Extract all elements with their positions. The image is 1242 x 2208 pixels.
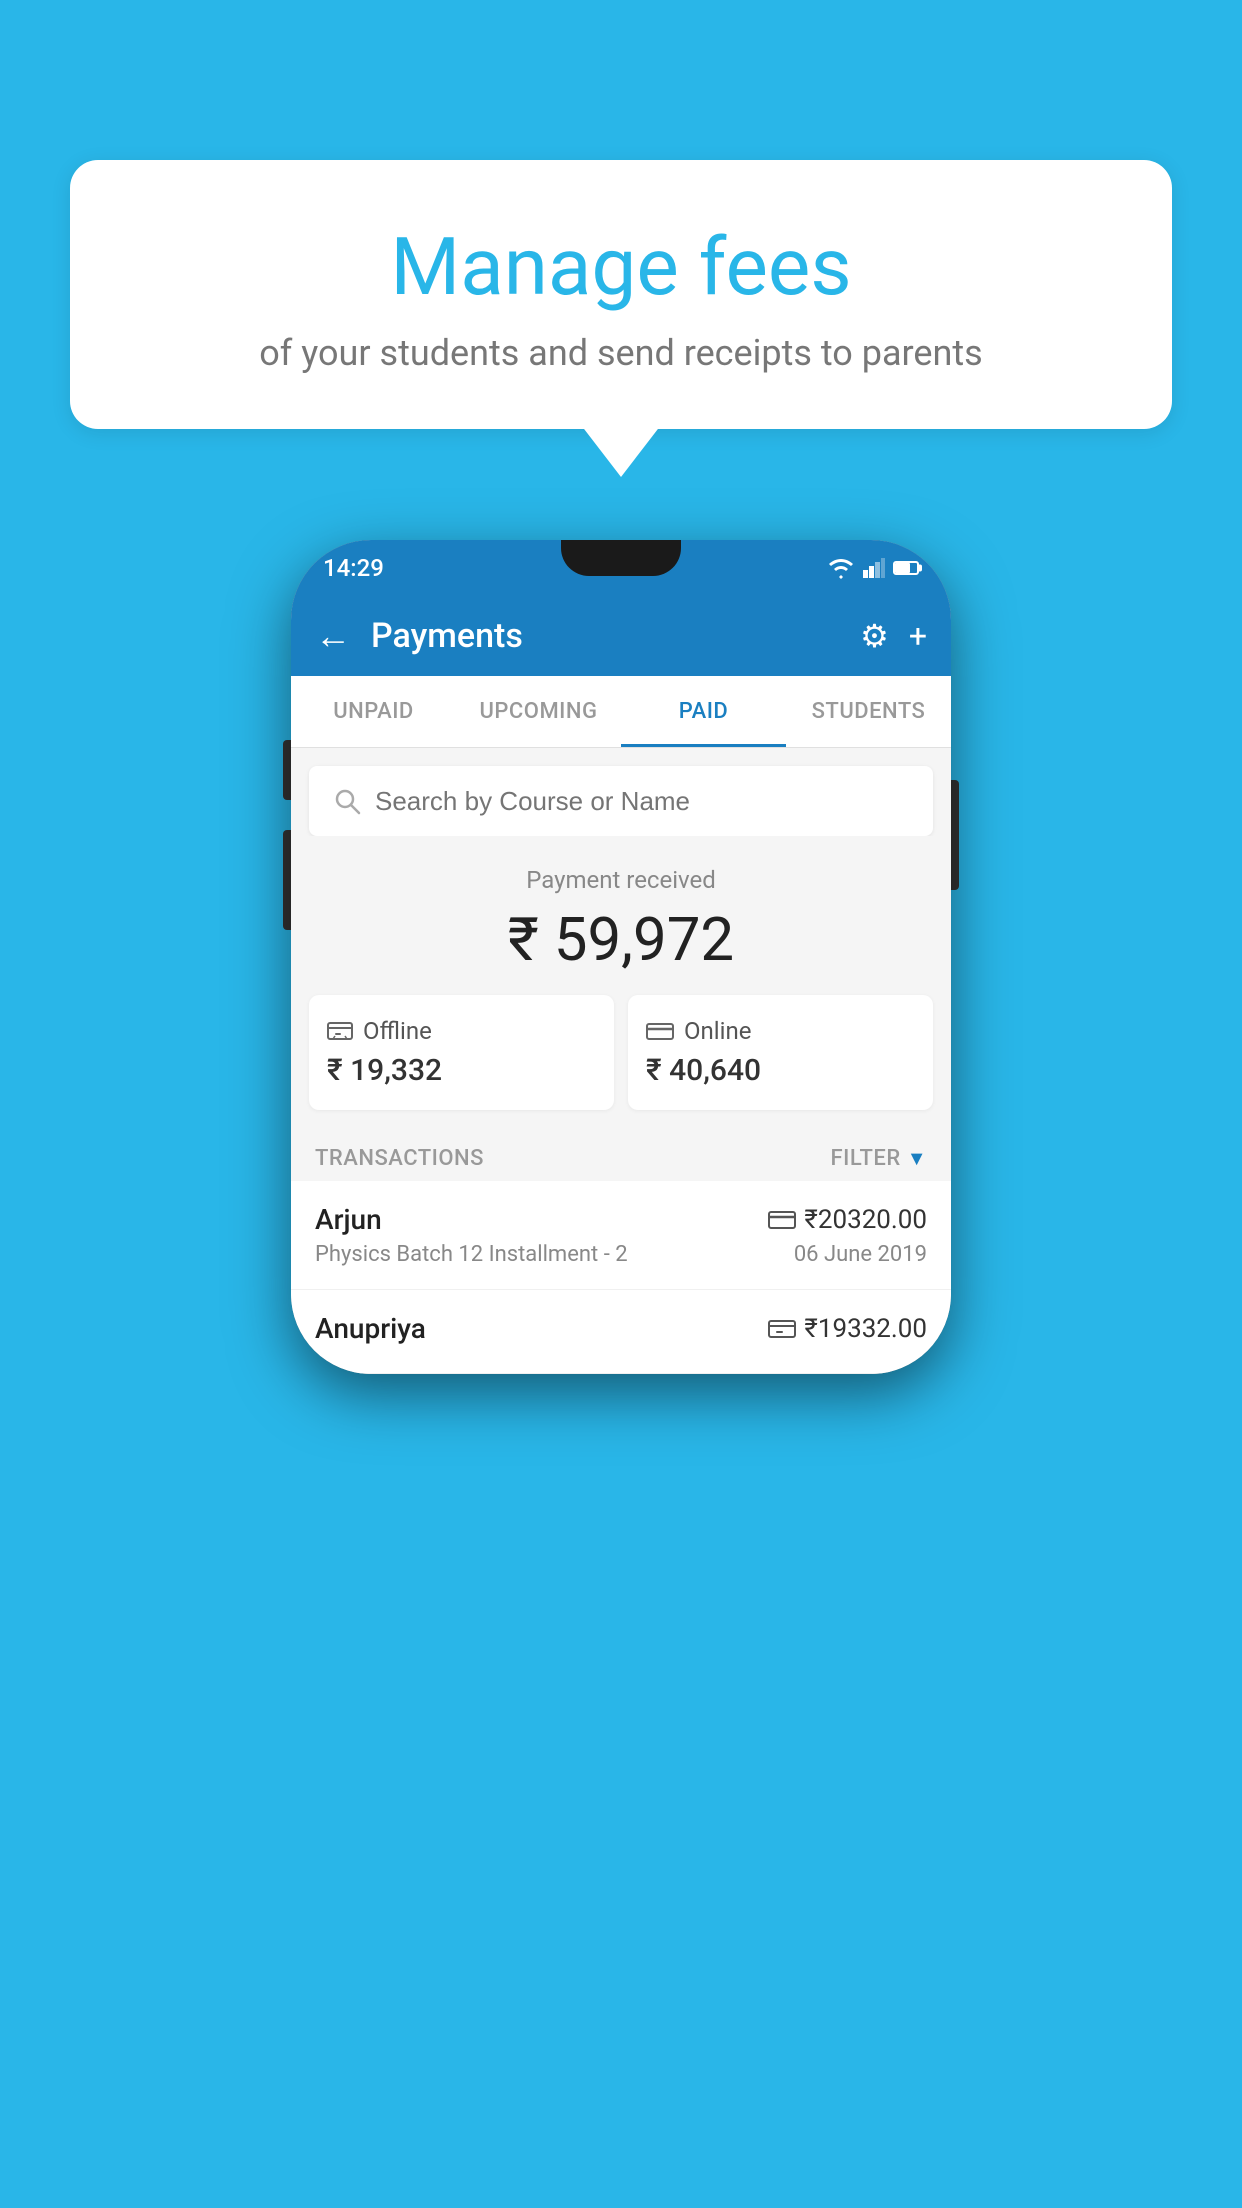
offline-payment-icon [768, 1318, 796, 1340]
offline-card: Offline ₹ 19,332 [309, 995, 614, 1110]
transaction-row[interactable]: Arjun ₹20320.00 Physics Batch 12 Install… [291, 1181, 951, 1290]
received-label: Payment received [309, 866, 933, 894]
amount-row: ₹20320.00 [768, 1205, 927, 1235]
manage-fees-subtitle: of your students and send receipts to pa… [130, 332, 1112, 374]
transaction-row-top: Arjun ₹20320.00 [315, 1203, 927, 1236]
phone-mockup: 14:29 [291, 540, 951, 1374]
online-label: Online [684, 1017, 751, 1045]
filter-label: FILTER [830, 1146, 900, 1171]
search-container [291, 748, 951, 836]
course-info: Physics Batch 12 Installment - 2 [315, 1242, 628, 1267]
status-time: 14:29 [323, 554, 384, 582]
payment-cards: Offline ₹ 19,332 Online ₹ [309, 995, 933, 1110]
student-name: Arjun [315, 1203, 382, 1236]
settings-button[interactable]: ⚙ [860, 617, 889, 655]
search-icon [333, 787, 361, 815]
summary-section: Payment received ₹ 59,972 [291, 836, 951, 1130]
online-card: Online ₹ 40,640 [628, 995, 933, 1110]
online-card-row: Online [646, 1017, 751, 1045]
tab-upcoming[interactable]: UPCOMING [456, 676, 621, 747]
transaction-amount: ₹19332.00 [804, 1314, 927, 1344]
volume-button [283, 740, 291, 800]
filter-button[interactable]: FILTER ▼ [830, 1146, 927, 1171]
add-button[interactable]: + [909, 617, 927, 655]
offline-card-row: Offline [327, 1017, 432, 1045]
status-bar: 14:29 [291, 540, 951, 596]
tab-paid[interactable]: PAID [621, 676, 786, 747]
transaction-row-bottom: Physics Batch 12 Installment - 2 06 June… [315, 1242, 927, 1267]
phone-outer: 14:29 [291, 540, 951, 1374]
online-icon [646, 1020, 674, 1042]
date-info: 06 June 2019 [794, 1242, 927, 1267]
online-amount: ₹ 40,640 [646, 1053, 761, 1088]
transaction-amount: ₹20320.00 [804, 1205, 927, 1235]
manage-fees-title: Manage fees [130, 220, 1112, 314]
transaction-row[interactable]: Anupriya ₹19332.00 [291, 1290, 951, 1374]
tabs-bar: UNPAID UPCOMING PAID STUDENTS [291, 676, 951, 748]
tab-students[interactable]: STUDENTS [786, 676, 951, 747]
total-amount: ₹ 59,972 [309, 904, 933, 975]
filter-icon: ▼ [907, 1146, 927, 1171]
battery-icon [893, 561, 919, 575]
speech-bubble: Manage fees of your students and send re… [70, 160, 1172, 429]
amount-row: ₹19332.00 [768, 1314, 927, 1344]
tab-unpaid[interactable]: UNPAID [291, 676, 456, 747]
search-input[interactable] [375, 786, 909, 817]
offline-label: Offline [363, 1017, 432, 1045]
notch [561, 540, 681, 576]
back-button[interactable]: ← [315, 615, 351, 657]
app-title: Payments [371, 616, 840, 656]
phone-screen: 14:29 [291, 540, 951, 1374]
transactions-header: TRANSACTIONS FILTER ▼ [291, 1130, 951, 1181]
offline-amount: ₹ 19,332 [327, 1053, 442, 1088]
app-bar: ← Payments ⚙ + [291, 596, 951, 676]
status-icons [827, 557, 919, 579]
volume-button-2 [283, 830, 291, 930]
transactions-label: TRANSACTIONS [315, 1146, 484, 1171]
power-button [951, 780, 959, 890]
online-payment-icon [768, 1210, 796, 1230]
transaction-row-top: Anupriya ₹19332.00 [315, 1312, 927, 1345]
signal-icon [863, 558, 885, 578]
search-bar[interactable] [309, 766, 933, 836]
offline-icon [327, 1020, 353, 1042]
wifi-icon [827, 557, 855, 579]
student-name: Anupriya [315, 1312, 426, 1345]
